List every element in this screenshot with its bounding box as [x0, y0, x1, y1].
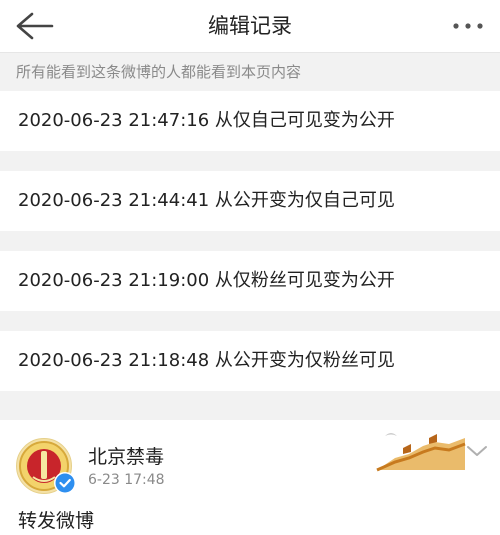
username[interactable]: 北京禁毒: [88, 442, 164, 469]
post-text: 转发微博: [18, 510, 95, 532]
edit-record-item: 2020-06-23 21:18:48 从公开变为仅粉丝可见: [0, 331, 500, 391]
visibility-notice: 所有能看到这条微博的人都能看到本页内容: [0, 53, 500, 91]
edit-record-item: 2020-06-23 21:47:16 从仅自己可见变为公开: [0, 91, 500, 151]
page-title: 编辑记录: [208, 14, 292, 38]
edit-record-list: 2020-06-23 21:47:16 从仅自己可见变为公开 2020-06-2…: [0, 91, 500, 391]
more-icon[interactable]: [448, 10, 488, 42]
weibo-post-card[interactable]: 北京禁毒 6-23 17:48 转发微博: [0, 420, 500, 535]
chevron-down-icon[interactable]: [466, 444, 488, 458]
verified-check-icon: [54, 472, 76, 494]
edit-record-item: 2020-06-23 21:44:41 从公开变为仅自己可见: [0, 171, 500, 231]
post-time: 6-23 17:48: [88, 472, 165, 488]
edit-record-item: 2020-06-23 21:19:00 从仅粉丝可见变为公开: [0, 251, 500, 311]
top-bar: 编辑记录: [0, 0, 500, 53]
great-wall-decoration-icon: [376, 433, 466, 472]
